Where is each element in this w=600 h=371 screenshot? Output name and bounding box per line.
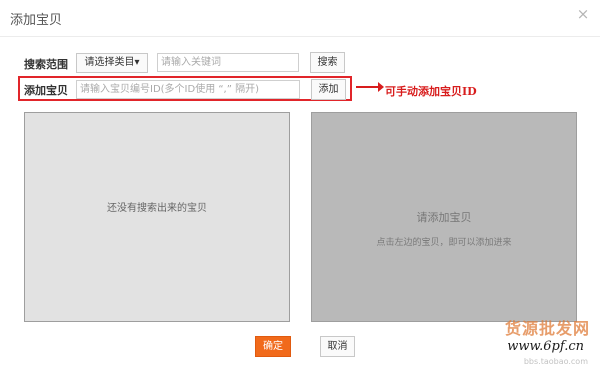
- watermark-sub: bbs.taobao.com: [523, 357, 588, 366]
- annotation-text: 可手动添加宝贝ID: [385, 85, 477, 98]
- keyword-input[interactable]: 请输入关键词: [157, 53, 299, 72]
- watermark: 货源批发网 www.6pf.cn bbs.taobao.com: [476, 315, 594, 369]
- watermark-url: www.6pf.cn: [507, 339, 584, 354]
- close-icon[interactable]: ×: [576, 7, 590, 22]
- dialog-title-bar: 添加宝贝 ×: [0, 0, 600, 37]
- search-results-panel: 还没有搜索出来的宝贝: [24, 112, 290, 322]
- annotation-arrow-icon: [356, 82, 384, 92]
- dialog-title: 添加宝贝: [10, 13, 63, 28]
- add-item-dialog: 添加宝贝 × 搜索范围 请选择类目▾ 请输入关键词 搜索 添加宝贝 请输入宝贝编…: [0, 0, 600, 371]
- search-scope-label: 搜索范围: [24, 58, 68, 71]
- add-item-label: 添加宝贝: [24, 84, 68, 97]
- category-select-label: 请选择类目: [84, 57, 135, 68]
- search-button[interactable]: 搜索: [310, 52, 345, 73]
- category-select[interactable]: 请选择类目▾: [76, 53, 148, 73]
- watermark-site-name: 货源批发网: [504, 319, 590, 338]
- item-id-input[interactable]: 请输入宝贝编号ID(多个ID使用 “,” 隔开): [76, 80, 300, 99]
- empty-results-text: 还没有搜索出来的宝贝: [107, 203, 207, 214]
- confirm-button[interactable]: 确定: [255, 336, 291, 357]
- selected-items-title: 请添加宝贝: [416, 211, 472, 224]
- selected-items-panel: 请添加宝贝 点击左边的宝贝，即可以添加进来: [311, 112, 577, 322]
- selected-items-hint: 点击左边的宝贝，即可以添加进来: [376, 238, 512, 248]
- add-button[interactable]: 添加: [311, 79, 346, 100]
- cancel-button[interactable]: 取消: [320, 336, 355, 357]
- chevron-down-icon: ▾: [134, 57, 140, 68]
